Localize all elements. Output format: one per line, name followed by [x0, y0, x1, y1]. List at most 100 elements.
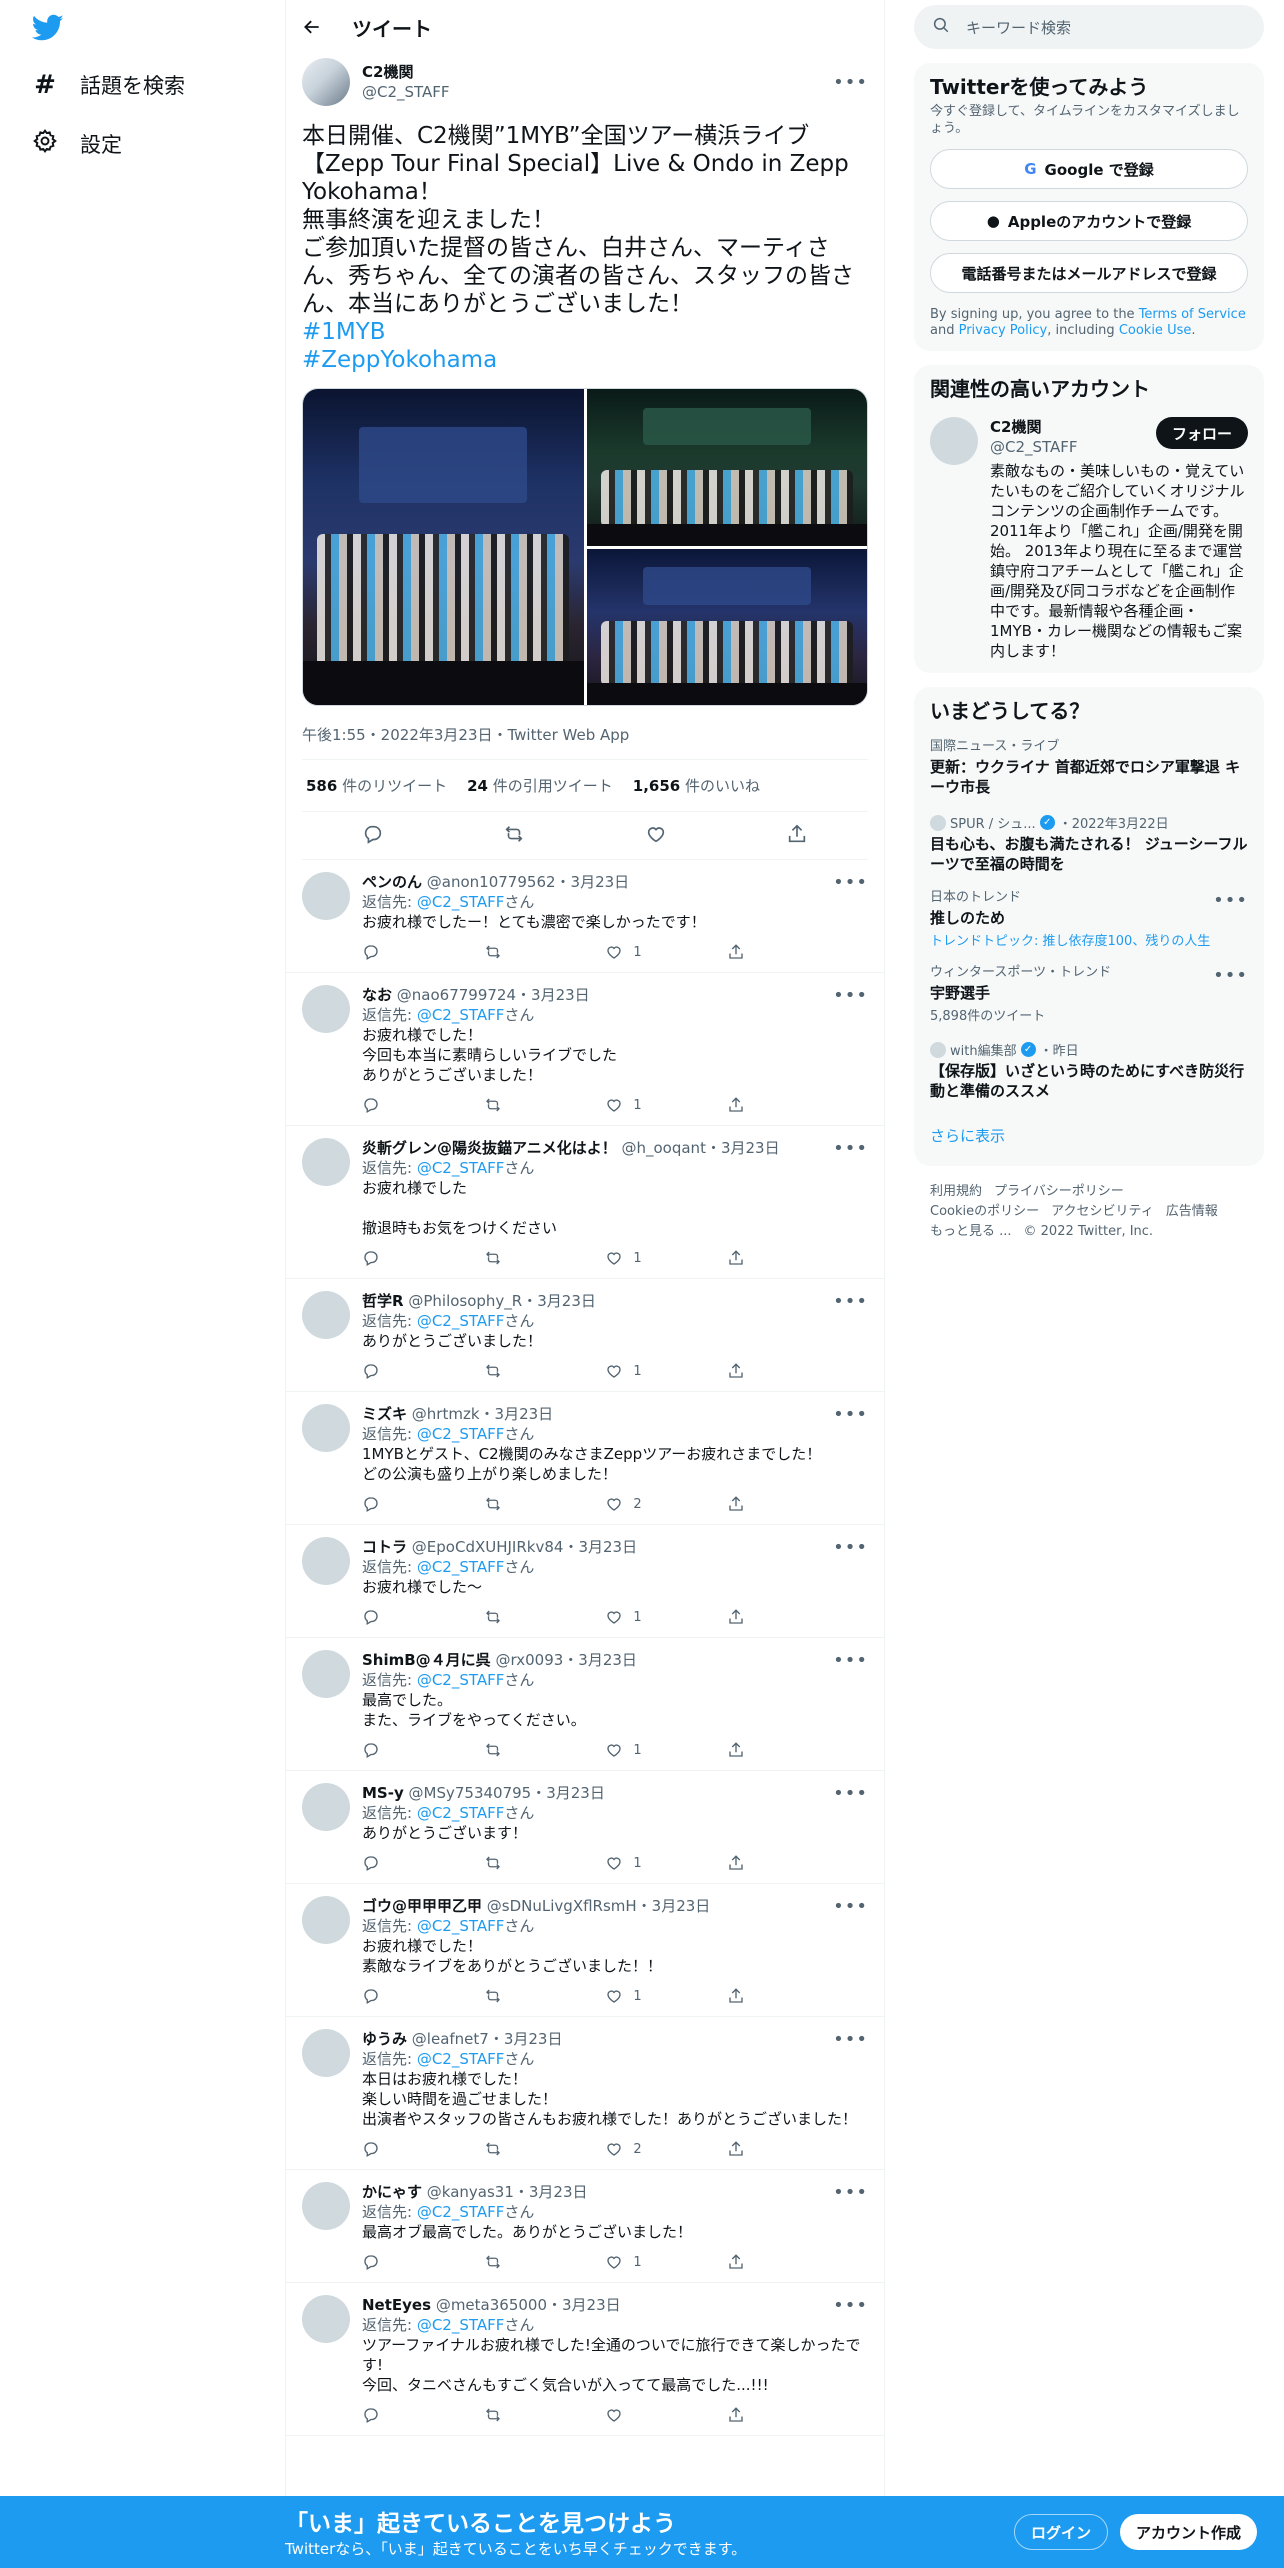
share-icon[interactable] [727, 1854, 787, 1872]
retweet-icon[interactable] [484, 2406, 544, 2424]
more-options-icon[interactable]: ••• [833, 1537, 868, 1558]
share-icon[interactable] [727, 1741, 787, 1759]
reply-tweet[interactable]: MS-y @MSy75340795・3月23日 返信先: @C2_STAFFさんあ… [286, 1771, 884, 1884]
follow-button[interactable]: フォロー [1155, 417, 1248, 449]
like-icon[interactable]: 2 [605, 1495, 665, 1513]
like-icon[interactable]: 1 [605, 1608, 665, 1626]
trend-item[interactable]: SPUR / シュ... ✓ ・2022年3月22日 目も心も、お腹も満たされる！ ジ… [930, 813, 1248, 874]
reply-to-link[interactable]: @C2_STAFF [417, 1159, 505, 1177]
reply-date[interactable]: ・3月23日 [556, 873, 630, 891]
reply-author-name[interactable]: なお [362, 986, 392, 1004]
reply-author-name[interactable]: ミズキ [362, 1405, 407, 1423]
reply-date[interactable]: ・3月23日 [522, 1292, 596, 1310]
reply-tweet[interactable]: 哲学R @Philosophy_R・3月23日 返信先: @C2_STAFFさんあ… [286, 1279, 884, 1392]
reply-author-handle[interactable]: @Philosophy_R [408, 1292, 522, 1310]
footer-link[interactable]: 広告情報 [1166, 1204, 1218, 1219]
twitter-logo-icon[interactable] [31, 14, 64, 46]
search-box[interactable]: キーワード検索 [914, 5, 1264, 49]
more-options-icon[interactable]: ••• [833, 1783, 868, 1804]
reply-author-handle[interactable]: @EpoCdXUHJIRkv84 [412, 1538, 564, 1556]
more-options-icon[interactable]: ••• [833, 985, 868, 1006]
cookie-link[interactable]: Cookie Use [1119, 323, 1192, 338]
author-name[interactable]: C2機関 [362, 62, 450, 82]
reply-date[interactable]: ・3月23日 [637, 1897, 711, 1915]
reply-tweet[interactable]: NetEyes @meta365000・3月23日 返信先: @C2_STAFFさ… [286, 2283, 884, 2436]
retweet-icon[interactable] [484, 943, 544, 961]
reply-to-link[interactable]: @C2_STAFF [417, 2203, 505, 2221]
privacy-link[interactable]: Privacy Policy [959, 323, 1048, 338]
retweet-icon[interactable] [484, 1608, 544, 1626]
hashtag-link[interactable]: #1MYB [302, 318, 868, 346]
reply-author-name[interactable]: ShimB@４月に呉 [362, 1651, 491, 1669]
reply-tweet[interactable]: ゴウ@甲甲甲乙甲 @sDNuLivgXflRsmH・3月23日 返信先: @C2_… [286, 1884, 884, 2017]
avatar[interactable] [302, 2182, 350, 2230]
reply-to-link[interactable]: @C2_STAFF [417, 1006, 505, 1024]
login-button[interactable]: ログイン [1014, 2514, 1109, 2550]
share-icon[interactable] [727, 1987, 787, 2005]
reply-to-link[interactable]: @C2_STAFF [417, 2316, 505, 2334]
like-icon[interactable]: 1 [605, 1096, 665, 1114]
reply-icon[interactable] [362, 1987, 422, 2005]
reply-icon[interactable] [362, 2253, 422, 2271]
reply-author-handle[interactable]: @leafnet7 [412, 2030, 489, 2048]
reply-tweet[interactable]: ShimB@４月に呉 @rx0093・3月23日 返信先: @C2_STAFFさん… [286, 1638, 884, 1771]
reply-icon[interactable] [362, 823, 384, 849]
share-icon[interactable] [727, 1608, 787, 1626]
reply-to-link[interactable]: @C2_STAFF [417, 1558, 505, 1576]
avatar[interactable] [302, 985, 350, 1033]
reply-tweet[interactable]: 炎斬グレン@陽炎抜錨アニメ化はよ！ @h_ooqant・3月23日 返信先: @C… [286, 1126, 884, 1279]
reply-author-name[interactable]: 哲学R [362, 1292, 404, 1310]
avatar[interactable] [302, 872, 350, 920]
trend-item[interactable]: 国際ニュース・ライブ 更新：ウクライナ 首都近郊でロシア軍撃退 キーウ市長 [930, 739, 1248, 797]
reply-date[interactable]: ・3月23日 [563, 1538, 637, 1556]
reply-author-handle[interactable]: @rx0093 [495, 1651, 563, 1669]
like-count[interactable]: 1,656 件のいいね [633, 775, 760, 796]
reply-author-handle[interactable]: @h_ooqant [621, 1139, 705, 1157]
reply-author-name[interactable]: かにゃす [362, 2183, 422, 2201]
reply-icon[interactable] [362, 943, 422, 961]
share-icon[interactable] [727, 1362, 787, 1380]
retweet-icon[interactable] [484, 2253, 544, 2271]
reply-date[interactable]: ・3月23日 [706, 1139, 780, 1157]
reply-icon[interactable] [362, 1495, 422, 1513]
reply-icon[interactable] [362, 1096, 422, 1114]
retweet-icon[interactable] [484, 1854, 544, 1872]
reply-author-handle[interactable]: @MSy75340795 [409, 1784, 532, 1802]
footer-link[interactable]: 利用規約 [930, 1184, 982, 1199]
retweet-icon[interactable] [484, 1362, 544, 1380]
reply-tweet[interactable]: なお @nao67799724・3月23日 返信先: @C2_STAFFさん お疲れ… [286, 973, 884, 1126]
tweet-timestamp[interactable]: 午後1:55・2022年3月23日・Twitter Web App [302, 724, 868, 760]
reply-author-name[interactable]: 炎斬グレン@陽炎抜錨アニメ化はよ！ [362, 1139, 617, 1157]
reply-icon[interactable] [362, 2140, 422, 2158]
reply-author-handle[interactable]: @kanyas31 [427, 2183, 514, 2201]
more-options-icon[interactable]: ••• [1213, 965, 1248, 986]
footer-link[interactable]: もっと見る ... [930, 1224, 1012, 1239]
reply-date[interactable]: ・3月23日 [516, 986, 590, 1004]
share-icon[interactable] [727, 2406, 787, 2424]
footer-link[interactable]: © 2022 Twitter, Inc. [1024, 1224, 1154, 1239]
reply-author-name[interactable]: MS-y [362, 1784, 404, 1802]
reply-tweet[interactable]: ミズキ @hrtmzk・3月23日 返信先: @C2_STAFFさん 1MYBとゲス… [286, 1392, 884, 1525]
avatar[interactable] [302, 2029, 350, 2077]
retweet-icon[interactable] [484, 1495, 544, 1513]
footer-link[interactable]: Cookieのポリシー [930, 1204, 1039, 1219]
like-icon[interactable]: 1 [605, 1987, 665, 2005]
phone-signup-button[interactable]: 電話番号またはメールアドレスで登録 [930, 253, 1248, 293]
reply-icon[interactable] [362, 1741, 422, 1759]
back-arrow-icon[interactable] [302, 17, 322, 37]
reply-author-handle[interactable]: @hrtmzk [412, 1405, 480, 1423]
reply-date[interactable]: ・3月23日 [563, 1651, 637, 1669]
apple-signup-button[interactable]: ● Appleのアカウントで登録 [930, 201, 1248, 241]
reply-date[interactable]: ・3月23日 [480, 1405, 554, 1423]
terms-link[interactable]: Terms of Service [1139, 307, 1246, 322]
author-handle[interactable]: @C2_STAFF [362, 82, 450, 102]
reply-icon[interactable] [362, 1249, 422, 1267]
reply-author-handle[interactable]: @anon10779562 [427, 873, 556, 891]
more-options-icon[interactable]: ••• [1213, 890, 1248, 911]
nav-settings[interactable]: 設定 [32, 128, 122, 159]
reply-author-name[interactable]: ペンのん [362, 873, 422, 891]
like-icon[interactable]: 1 [605, 1741, 665, 1759]
quote-count[interactable]: 24 件の引用ツイート [467, 775, 613, 796]
signup-button[interactable]: アカウント作成 [1120, 2514, 1258, 2550]
like-icon[interactable]: 2 [605, 2140, 665, 2158]
